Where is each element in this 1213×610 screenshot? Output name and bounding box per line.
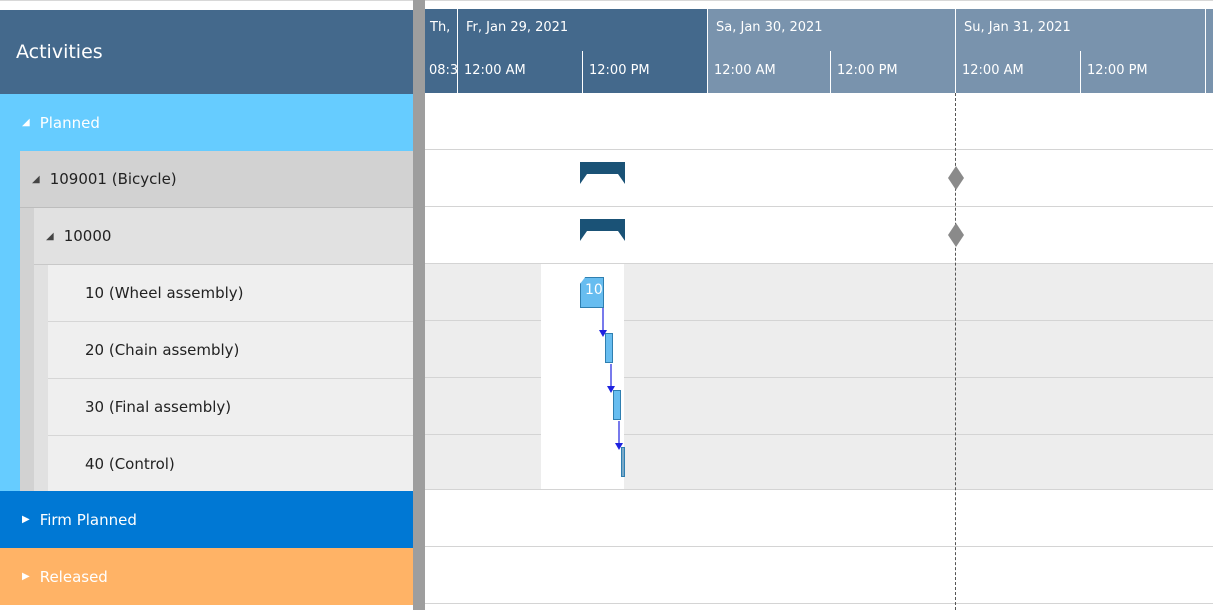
hour-label: 12:00 AM: [464, 63, 526, 78]
day-label: Fr, Jan 29, 2021: [466, 20, 569, 35]
operation-row[interactable]: 30 (Final assembly): [48, 379, 413, 436]
milestone-diamond-icon[interactable]: [948, 223, 964, 247]
summary-bar-order[interactable]: [580, 162, 625, 184]
gantt-row-firm-planned: [425, 490, 1213, 547]
hour-label: 12:00 PM: [589, 63, 650, 78]
operation-label: 20 (Chain assembly): [85, 341, 240, 359]
group-released-label: Released: [39, 567, 108, 586]
operation-row[interactable]: 10 (Wheel assembly): [48, 265, 413, 322]
day-label: Th,: [430, 20, 451, 35]
hour-cell: 12:00 PM: [582, 51, 707, 93]
hour-label: 12:00 PM: [1087, 63, 1148, 78]
activities-header: Activities: [0, 10, 413, 94]
suborder-indent-strip: [34, 265, 48, 491]
gantt-chart: Th, Fr, Jan 29, 2021 Sa, Jan 30, 2021 Su…: [425, 0, 1213, 610]
gantt-row-suborder: [425, 207, 1213, 264]
day-cell: Fr, Jan 29, 2021: [457, 9, 707, 51]
group-planned[interactable]: ◢ Planned: [0, 94, 413, 151]
group-firm-planned-label: Firm Planned: [39, 510, 137, 529]
order-indent-strip: [20, 208, 34, 491]
suborder-row-10000[interactable]: ◢ 10000: [34, 208, 413, 265]
hour-cell: 12:00 AM: [955, 51, 1080, 93]
summary-bar-suborder[interactable]: [580, 219, 625, 241]
gantt-row-order: [425, 150, 1213, 207]
group-planned-label: Planned: [39, 113, 100, 132]
panel-splitter[interactable]: [413, 0, 425, 610]
day-cell: Su, Jan 31, 2021: [955, 9, 1205, 51]
hour-label: 12:00 PM: [837, 63, 898, 78]
day-cell: Th,: [425, 9, 457, 51]
hour-cell: 12:00 AM: [457, 51, 582, 93]
milestone-diamond-icon[interactable]: [948, 166, 964, 190]
hour-cell: 12:00 PM: [830, 51, 955, 93]
hour-cell: 12:00 PM: [1080, 51, 1205, 93]
hour-cell: 12:00 AM: [707, 51, 830, 93]
collapse-triangle-icon[interactable]: ◢: [32, 174, 40, 185]
operation-row[interactable]: 20 (Chain assembly): [48, 322, 413, 379]
operation-row[interactable]: 40 (Control): [48, 436, 413, 491]
gantt-row-planned: [425, 93, 1213, 150]
day-label: Sa, Jan 30, 2021: [716, 20, 823, 35]
planned-indent-strip: [0, 151, 20, 491]
hour-cell: 08:3: [425, 51, 459, 93]
expand-triangle-icon[interactable]: ▶: [22, 514, 30, 525]
day-cell: [1205, 9, 1213, 51]
day-label: Su, Jan 31, 2021: [964, 20, 1071, 35]
operation-label: 30 (Final assembly): [85, 398, 232, 416]
expand-triangle-icon[interactable]: ▶: [22, 571, 30, 582]
hour-label: 12:00 AM: [962, 63, 1024, 78]
order-label: 109001 (Bicycle): [49, 170, 177, 188]
timeline-header: Th, Fr, Jan 29, 2021 Sa, Jan 30, 2021 Su…: [425, 9, 1213, 93]
operation-label: 10 (Wheel assembly): [85, 284, 244, 302]
order-row-109001[interactable]: ◢ 109001 (Bicycle): [20, 151, 413, 208]
suborder-label: 10000: [63, 227, 112, 245]
group-released[interactable]: ▶ Released: [0, 548, 413, 605]
activities-title: Activities: [16, 41, 103, 63]
activities-panel: Activities ◢ Planned ◢ 109001 (Bicycle) …: [0, 0, 413, 610]
operation-label: 40 (Control): [85, 454, 175, 473]
gantt-row-released: [425, 547, 1213, 604]
gantt-top-border: [425, 0, 1213, 9]
collapse-triangle-icon[interactable]: ◢: [46, 231, 54, 242]
day-cell: Sa, Jan 30, 2021: [707, 9, 955, 51]
hour-label: 12:00 AM: [714, 63, 776, 78]
collapse-triangle-icon[interactable]: ◢: [22, 117, 30, 128]
task-bar-label: 10: [585, 282, 603, 298]
hour-cell: [1205, 51, 1213, 93]
dependency-links: [599, 308, 623, 450]
hour-label: 08:3: [429, 63, 459, 78]
group-firm-planned[interactable]: ▶ Firm Planned: [0, 491, 413, 548]
